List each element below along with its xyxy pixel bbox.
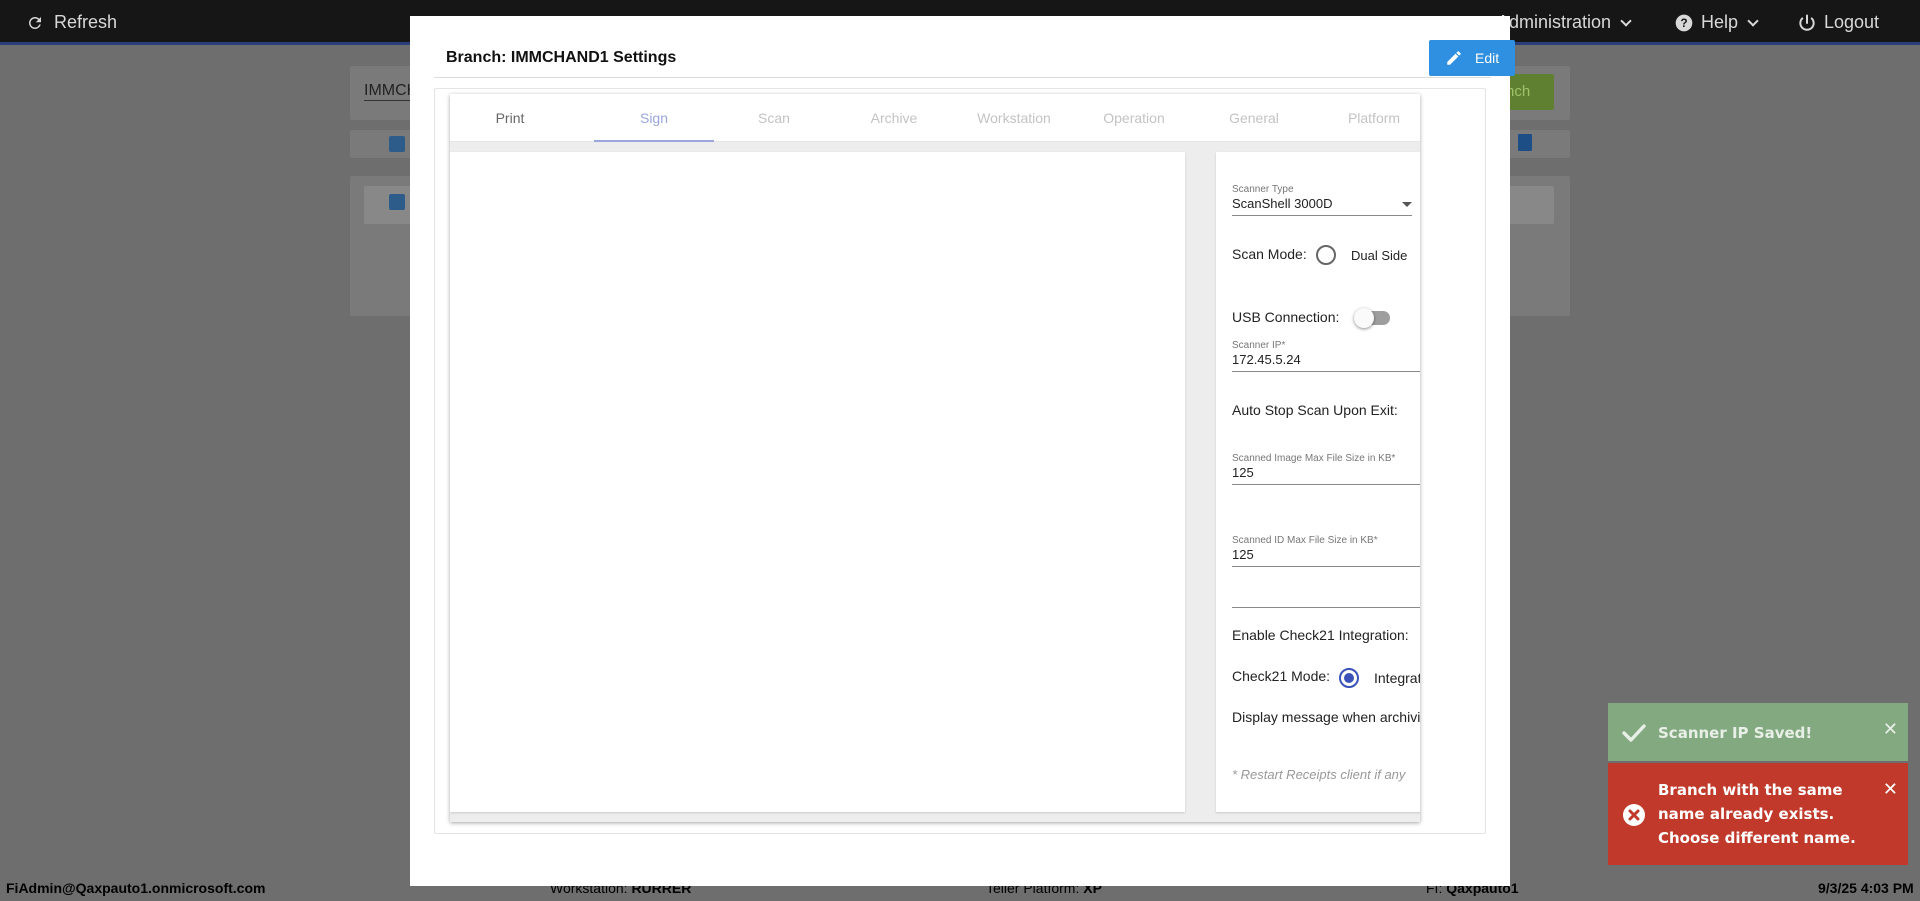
- edit-label: Edit: [1475, 50, 1500, 66]
- scanner-ip-underline: [1232, 371, 1420, 372]
- image-max-size-underline: [1232, 484, 1420, 485]
- search-branch-button[interactable]: nch: [1508, 74, 1554, 110]
- tab-workstation[interactable]: Workstation: [954, 94, 1074, 142]
- scanner-type-underline: [1232, 215, 1412, 216]
- sign-preview-area: [450, 152, 1185, 812]
- branch-search-input[interactable]: IMMCHAND1: [364, 82, 410, 101]
- scanner-ip-input[interactable]: 172.45.5.24: [1232, 352, 1301, 367]
- help-label: Help: [1701, 12, 1739, 32]
- tab-print[interactable]: Print: [450, 94, 570, 142]
- status-datetime: 9/3/25 4:03 PM: [1818, 880, 1914, 896]
- id-max-size-input[interactable]: 125: [1232, 547, 1254, 562]
- refresh-label: Refresh: [54, 12, 118, 32]
- logout-label: Logout: [1824, 12, 1880, 32]
- id-max-size-label: Scanned ID Max File Size in KB*: [1232, 535, 1378, 546]
- id-max-size-underline: [1232, 566, 1420, 567]
- error-toast: Branch with the same name already exists…: [1608, 763, 1908, 865]
- refresh-button[interactable]: Refresh: [26, 12, 117, 33]
- error-toast-message: Branch with the same name already exists…: [1658, 781, 1856, 847]
- usb-connection-label: USB Connection:: [1232, 309, 1340, 325]
- modal-header: Branch: IMMCHAND1 Settings Edit: [434, 40, 1515, 78]
- scanner-type-select[interactable]: ScanShell 3000D: [1232, 196, 1332, 211]
- administration-label: Administration: [1497, 12, 1612, 32]
- auto-stop-scan-label: Auto Stop Scan Upon Exit:: [1232, 402, 1398, 418]
- status-user: FiAdmin@Qaxpauto1.onmicrosoft.com: [6, 880, 266, 896]
- success-toast: Scanner IP Saved! ✕: [1608, 703, 1908, 761]
- scan-mode-dual-side-radio[interactable]: [1316, 245, 1336, 265]
- help-icon: ?: [1675, 14, 1693, 31]
- tab-archive[interactable]: Archive: [834, 94, 954, 142]
- check21-mode-integrated-label: Integrat: [1374, 670, 1420, 686]
- close-icon[interactable]: ✕: [1883, 779, 1898, 800]
- dropdown-arrow-icon[interactable]: [1402, 202, 1412, 207]
- tab-sign[interactable]: Sign: [594, 94, 714, 142]
- modal-title: Branch: IMMCHAND1 Settings: [446, 49, 677, 66]
- close-icon[interactable]: ✕: [1883, 719, 1898, 740]
- settings-tabs: Print Sign Scan Archive Workstation Oper…: [450, 94, 1420, 142]
- check21-mode-integrated-radio[interactable]: [1339, 668, 1359, 688]
- power-icon: [1799, 14, 1815, 31]
- branch-settings-modal: Branch: IMMCHAND1 Settings Edit Print Si…: [410, 16, 1515, 886]
- empty-field-underline[interactable]: [1232, 607, 1420, 608]
- settings-panel: Print Sign Scan Archive Workstation Oper…: [450, 94, 1420, 822]
- scanner-ip-label: Scanner IP*: [1232, 340, 1286, 351]
- display-message-label: Display message when archivi: [1232, 709, 1420, 725]
- delete-icon[interactable]: [1518, 134, 1532, 151]
- scanner-type-label: Scanner Type: [1232, 184, 1294, 195]
- tab-scan[interactable]: Scan: [714, 94, 834, 142]
- chevron-down-icon: [1747, 14, 1759, 27]
- scanner-settings-form: Scanner Type ScanShell 3000D Scan Mode: …: [1216, 152, 1420, 812]
- error-icon: [1623, 804, 1645, 826]
- tab-platform[interactable]: Platform: [1314, 94, 1420, 142]
- pencil-icon: [1447, 51, 1461, 65]
- select-all-checkbox[interactable]: [389, 136, 405, 152]
- success-toast-message: Scanner IP Saved!: [1658, 724, 1813, 742]
- tab-general[interactable]: General: [1194, 94, 1314, 142]
- restart-note: * Restart Receipts client if any: [1232, 767, 1406, 782]
- refresh-icon: [28, 16, 41, 29]
- check21-integration-label: Enable Check21 Integration:: [1232, 627, 1409, 643]
- branch-row-checkbox[interactable]: [389, 194, 405, 210]
- help-menu[interactable]: ? Help: [1674, 12, 1759, 33]
- tab-operation[interactable]: Operation: [1074, 94, 1194, 142]
- check21-mode-label: Check21 Mode:: [1232, 668, 1331, 684]
- image-max-size-input[interactable]: 125: [1232, 465, 1254, 480]
- chevron-down-icon: [1620, 14, 1632, 27]
- logout-button[interactable]: Logout: [1797, 12, 1879, 33]
- edit-button[interactable]: Edit: [1429, 40, 1515, 76]
- image-max-size-label: Scanned Image Max File Size in KB*: [1232, 453, 1396, 464]
- checkmark-icon: [1622, 724, 1646, 742]
- scan-mode-dual-side-label: Dual Side: [1351, 248, 1408, 263]
- scan-mode-label: Scan Mode:: [1232, 246, 1307, 262]
- svg-text:?: ?: [1680, 17, 1687, 30]
- usb-connection-toggle-thumb[interactable]: [1354, 308, 1374, 328]
